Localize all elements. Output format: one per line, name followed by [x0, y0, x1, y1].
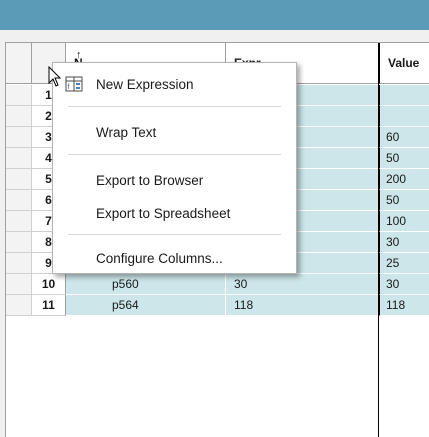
- row-gutter-cell: [6, 232, 32, 253]
- row-gutter-cell: [6, 274, 32, 295]
- row-gutter-cell: [6, 106, 32, 127]
- title-bar: [0, 0, 429, 30]
- mouse-cursor-icon: [48, 66, 62, 87]
- menu-item-label: Export to Browser: [96, 172, 204, 188]
- value-cell[interactable]: 50: [379, 148, 429, 169]
- column-header-value[interactable]: Value: [379, 43, 429, 84]
- sort-arrow-icon: ↑: [76, 49, 82, 61]
- menu-item-label: New Expression: [96, 76, 194, 92]
- menu-item-export-to-spreadsheet[interactable]: Export to Spreadsheet: [53, 200, 296, 226]
- value-cell[interactable]: 200: [379, 169, 429, 190]
- grid-corner-header: [6, 43, 32, 84]
- row-gutter-cell: [6, 169, 32, 190]
- value-cell[interactable]: 25: [379, 253, 429, 274]
- row-gutter-cell: [6, 253, 32, 274]
- context-menu: f New Expression Wrap Text Export to Bro…: [52, 62, 297, 274]
- value-cell[interactable]: 30: [379, 232, 429, 253]
- menu-item-label: Export to Spreadsheet: [96, 205, 231, 221]
- menu-separator: [68, 154, 281, 155]
- value-column-divider: [378, 43, 379, 437]
- value-cell[interactable]: [379, 106, 429, 127]
- menu-separator: [68, 106, 281, 107]
- value-cell[interactable]: [379, 85, 429, 106]
- expression-cell[interactable]: 118: [226, 295, 379, 316]
- new-expression-icon: f: [65, 76, 83, 92]
- menu-item-label: Configure Columns...: [96, 250, 223, 266]
- name-cell[interactable]: p564: [66, 295, 226, 316]
- row-gutter-cell: [6, 148, 32, 169]
- row-gutter-cell: [6, 85, 32, 106]
- expression-cell[interactable]: 30: [226, 274, 379, 295]
- row-gutter-cell: [6, 211, 32, 232]
- menu-item-export-to-browser[interactable]: Export to Browser: [53, 167, 296, 193]
- row-number-cell[interactable]: 10: [32, 274, 66, 295]
- value-cell[interactable]: 30: [379, 274, 429, 295]
- name-cell[interactable]: p560: [66, 274, 226, 295]
- value-cell[interactable]: 50: [379, 190, 429, 211]
- column-header-value-label: Value: [388, 56, 420, 70]
- row-gutter-cell: [6, 190, 32, 211]
- value-cell[interactable]: 100: [379, 211, 429, 232]
- row-gutter-cell: [6, 295, 32, 316]
- value-cell[interactable]: 118: [379, 295, 429, 316]
- menu-item-label: Wrap Text: [96, 124, 157, 140]
- value-cell[interactable]: 60: [379, 127, 429, 148]
- menu-item-configure-columns[interactable]: Configure Columns...: [53, 245, 296, 271]
- menu-item-wrap-text[interactable]: Wrap Text: [53, 119, 296, 145]
- menu-separator: [68, 234, 281, 235]
- table-row[interactable]: 11 p564 118 118: [6, 295, 429, 316]
- table-row[interactable]: 10 p560 30 30: [6, 274, 429, 295]
- menu-item-new-expression[interactable]: f New Expression: [53, 71, 296, 97]
- row-gutter-cell: [6, 127, 32, 148]
- row-number-cell[interactable]: 11: [32, 295, 66, 316]
- svg-text:f: f: [68, 84, 70, 91]
